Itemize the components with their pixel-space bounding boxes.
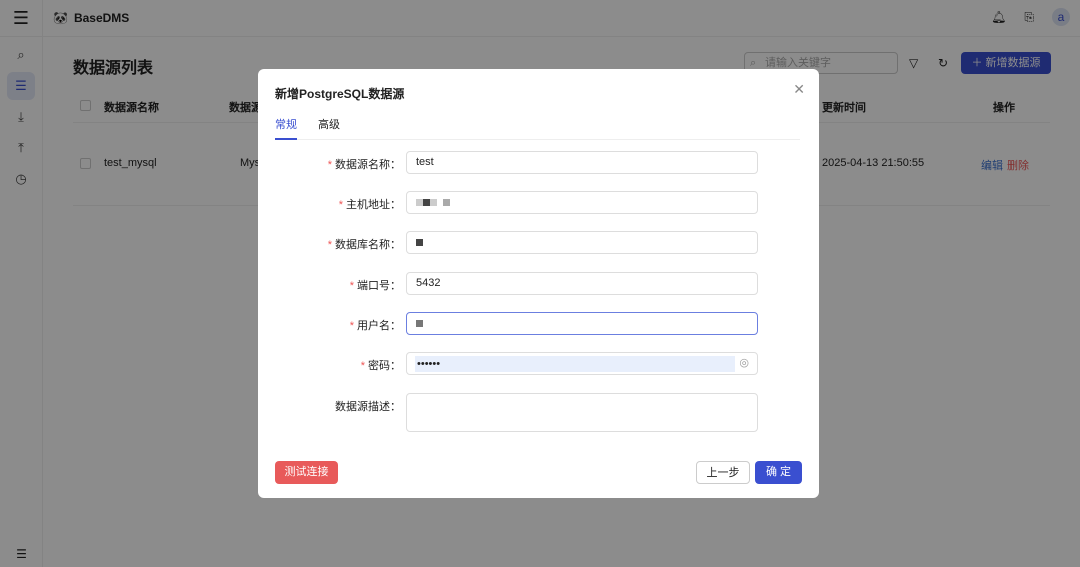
field-database: * 数据库名称：: [258, 231, 819, 255]
tabs: 常规 高级: [275, 116, 800, 140]
ok-button[interactable]: 确 定: [755, 461, 802, 484]
field-host: * 主机地址：: [258, 191, 819, 215]
label: 数据库名称：: [335, 239, 401, 251]
label: 数据源名称：: [335, 159, 401, 171]
prev-button[interactable]: 上一步: [696, 461, 750, 484]
tab-advanced[interactable]: 高级: [318, 116, 340, 132]
field-name: * 数据源名称： test: [258, 151, 819, 175]
label: 主机地址：: [346, 199, 401, 211]
host-input[interactable]: [406, 191, 758, 214]
port-input[interactable]: 5432: [406, 272, 758, 295]
password-input[interactable]: •••••• ◎: [406, 352, 758, 375]
label: 端口号：: [357, 280, 401, 292]
name-input[interactable]: test: [406, 151, 758, 174]
description-textarea[interactable]: [406, 393, 758, 432]
username-input[interactable]: [406, 312, 758, 335]
test-connection-button[interactable]: 测试连接: [275, 461, 338, 484]
field-port: * 端口号： 5432: [258, 272, 819, 296]
tab-general[interactable]: 常规: [275, 116, 297, 140]
add-datasource-dialog: 新增PostgreSQL数据源 ✕ 常规 高级 * 数据源名称： test * 主机地…: [258, 69, 819, 498]
field-description: 数据源描述：: [258, 393, 819, 432]
password-value: ••••••: [415, 356, 735, 372]
field-password: * 密码： •••••• ◎: [258, 352, 819, 376]
label: 用户名：: [357, 320, 401, 332]
label: 数据源描述：: [335, 401, 401, 413]
eye-off-icon[interactable]: ◎: [739, 353, 749, 374]
database-input[interactable]: [406, 231, 758, 254]
close-icon[interactable]: ✕: [793, 81, 805, 98]
field-username: * 用户名：: [258, 312, 819, 336]
label: 密码：: [368, 360, 401, 372]
dialog-title: 新增PostgreSQL数据源: [275, 87, 405, 101]
